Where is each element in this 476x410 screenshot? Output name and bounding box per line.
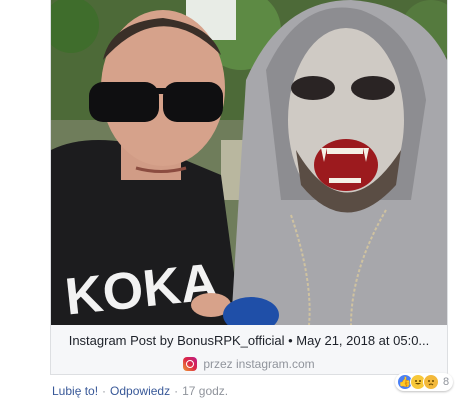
reply-link[interactable]: Odpowiedz — [110, 384, 170, 398]
separator: · — [102, 384, 107, 398]
post-caption[interactable]: Instagram Post by BonusRPK_official • Ma… — [51, 333, 447, 348]
source-link[interactable]: przez instagram.com — [203, 357, 314, 371]
separator: · — [174, 384, 179, 398]
comment-actions: Lubię to! · Odpowiedz · 17 godz. — [52, 384, 228, 398]
reactions-summary[interactable]: 👍 8 — [395, 373, 454, 391]
reaction-count: 8 — [443, 376, 450, 388]
instagram-embed-card[interactable]: KOKA Instagram Post by BonusRPK_official… — [50, 0, 448, 375]
photo-image: KOKA — [51, 0, 447, 325]
sad-icon — [423, 374, 439, 390]
instagram-icon — [183, 357, 198, 371]
post-photo[interactable]: KOKA — [51, 0, 447, 325]
timestamp-link[interactable]: 17 godz. — [182, 384, 228, 398]
post-source[interactable]: przez instagram.com — [51, 357, 447, 371]
like-link[interactable]: Lubię to! — [52, 384, 98, 398]
